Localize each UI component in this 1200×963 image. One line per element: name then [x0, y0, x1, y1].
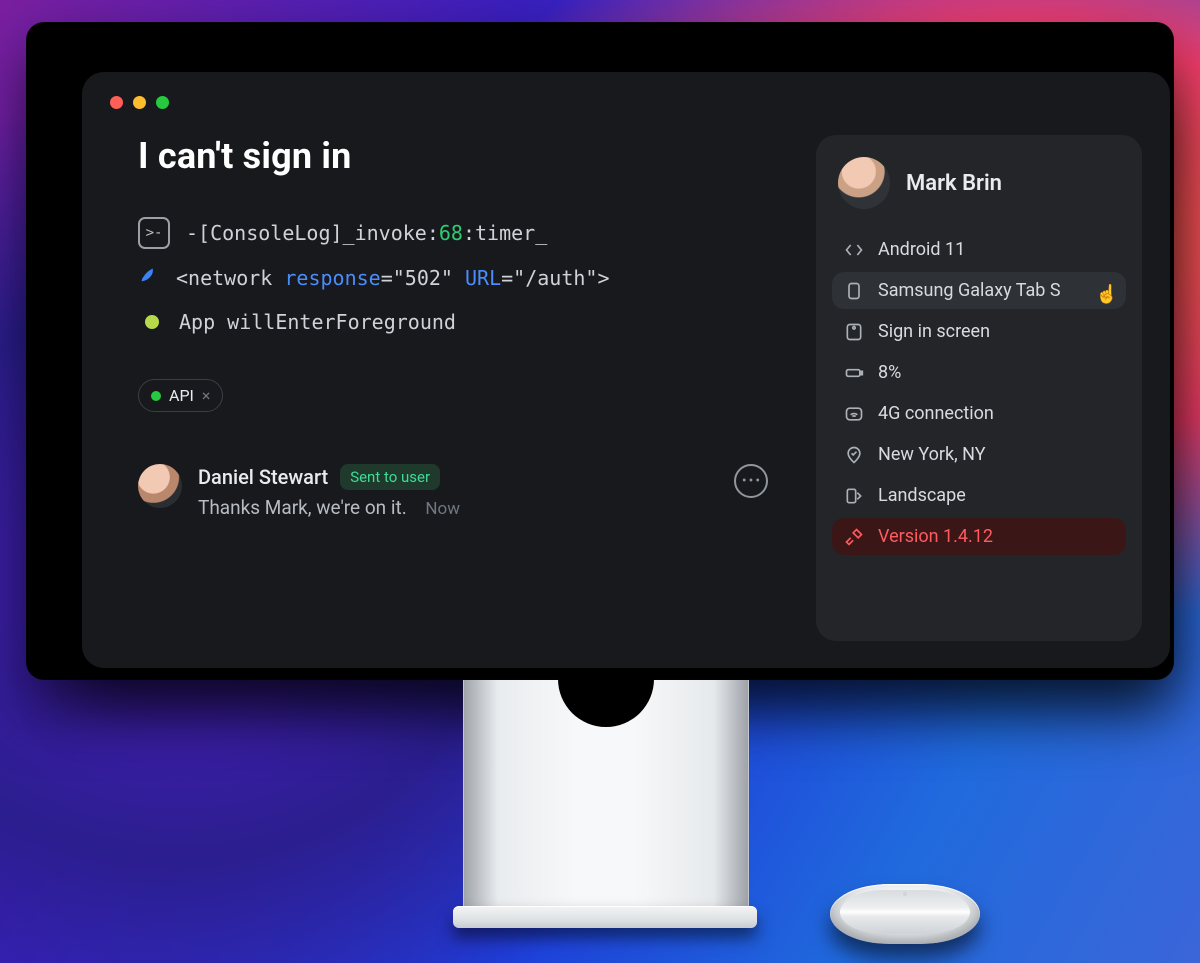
main-panel: I can't sign in >- -[ConsoleLog]_invoke:…: [110, 135, 788, 641]
window-traffic-lights: [110, 96, 1142, 109]
log-console-text: -[ConsoleLog]_invoke:68:timer_: [186, 218, 547, 248]
monitor-stand: [463, 680, 749, 913]
device-battery-row[interactable]: 8%: [832, 354, 1126, 391]
device-battery: 8%: [878, 362, 901, 383]
log-app-text: App willEnterForeground: [179, 307, 456, 337]
screen-icon: [844, 322, 864, 342]
user-avatar[interactable]: [838, 157, 890, 209]
tools-icon: [844, 527, 864, 547]
log-network-text: <network response="502" URL="/auth">: [176, 263, 610, 293]
monitor-stand-base: [453, 906, 757, 928]
reply-message: Thanks Mark, we're on it.: [198, 496, 407, 519]
monitor-bezel: I can't sign in >- -[ConsoleLog]_invoke:…: [26, 22, 1174, 680]
location-icon: [844, 445, 864, 465]
reply-body: Daniel Stewart Sent to user Thanks Mark,…: [198, 464, 718, 519]
more-icon: •••: [734, 464, 768, 498]
page-title: I can't sign in: [138, 135, 788, 177]
device-location-row[interactable]: New York, NY: [832, 436, 1126, 473]
log-line-console: >- -[ConsoleLog]_invoke:68:timer_: [138, 217, 788, 249]
device-version: Version 1.4.12: [878, 526, 993, 547]
device-os-row[interactable]: Android 11: [832, 231, 1126, 268]
tag-remove-icon[interactable]: ×: [202, 386, 211, 405]
log-line-network: <network response="502" URL="/auth">: [138, 263, 788, 293]
app-window: I can't sign in >- -[ConsoleLog]_invoke:…: [82, 72, 1170, 668]
maximize-icon[interactable]: [156, 96, 169, 109]
stand-notch: [558, 679, 654, 727]
status-dot-icon: [145, 315, 159, 329]
cursor-hand-icon: ☝: [1096, 284, 1118, 305]
terminal-icon: >-: [138, 217, 170, 249]
device-location: New York, NY: [878, 444, 986, 465]
device-icon: [844, 281, 864, 301]
code-icon: [844, 240, 864, 260]
minimize-icon[interactable]: [133, 96, 146, 109]
device-network-row[interactable]: 4G connection: [832, 395, 1126, 432]
close-icon[interactable]: [110, 96, 123, 109]
battery-icon: [844, 363, 864, 383]
device-screen: Sign in screen: [878, 321, 990, 342]
user-name: Mark Brin: [906, 171, 1002, 196]
device-orientation: Landscape: [878, 485, 966, 506]
wifi-icon: [844, 404, 864, 424]
device-model: Samsung Galaxy Tab S: [878, 280, 1061, 301]
device-os: Android 11: [878, 239, 965, 260]
reply-author: Daniel Stewart: [198, 465, 328, 489]
mouse-hardware: [830, 884, 980, 944]
tag-status-dot-icon: [151, 391, 161, 401]
orientation-icon: [844, 486, 864, 506]
log-line-app: App willEnterForeground: [138, 307, 788, 337]
device-screen-row[interactable]: Sign in screen: [832, 313, 1126, 350]
reply-more-button[interactable]: •••: [734, 464, 788, 498]
user-sidebar: Mark Brin Android 11 Samsung Galaxy Tab …: [816, 135, 1142, 641]
reply-block: Daniel Stewart Sent to user Thanks Mark,…: [138, 464, 788, 519]
reply-status-badge: Sent to user: [340, 464, 440, 490]
tag-chip[interactable]: API ×: [138, 379, 223, 412]
reply-time: Now: [425, 499, 460, 519]
tag-label: API: [169, 386, 194, 405]
stage: I can't sign in >- -[ConsoleLog]_invoke:…: [0, 0, 1200, 963]
reply-avatar[interactable]: [138, 464, 182, 508]
rocket-icon: [138, 263, 160, 293]
device-version-row[interactable]: Version 1.4.12: [832, 518, 1126, 555]
device-network: 4G connection: [878, 403, 994, 424]
device-orientation-row[interactable]: Landscape: [832, 477, 1126, 514]
content: I can't sign in >- -[ConsoleLog]_invoke:…: [110, 135, 1142, 641]
device-model-row[interactable]: Samsung Galaxy Tab S ☝: [832, 272, 1126, 309]
